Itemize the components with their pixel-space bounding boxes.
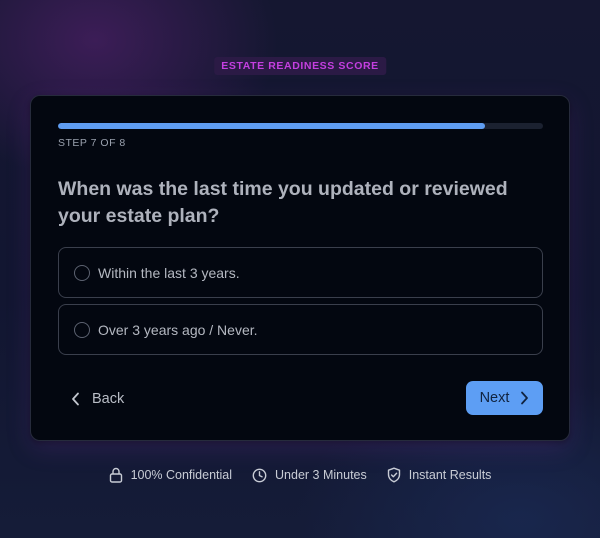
option-over-3-years[interactable]: Over 3 years ago / Never.	[58, 304, 543, 355]
quiz-card: STEP 7 OF 8 When was the last time you u…	[30, 95, 570, 441]
back-label: Back	[92, 391, 125, 407]
shield-check-icon	[387, 467, 400, 483]
radio-circle-icon[interactable]	[74, 264, 90, 281]
lock-icon	[109, 467, 122, 483]
trust-confidential: 100% Confidential	[109, 467, 232, 483]
trust-results: Instant Results	[387, 467, 492, 483]
estate-readiness-badge: ESTATE READINESS SCORE	[214, 57, 386, 75]
option-within-3-years[interactable]: Within the last 3 years.	[58, 247, 543, 298]
clock-icon	[252, 468, 267, 482]
trust-time: Under 3 Minutes	[252, 468, 367, 483]
trust-label: Instant Results	[408, 468, 492, 482]
radio-circle-icon[interactable]	[74, 321, 90, 338]
chevron-left-icon	[72, 392, 79, 406]
option-label: Within the last 3 years.	[98, 264, 240, 281]
option-label: Over 3 years ago / Never.	[98, 321, 258, 338]
question-text: When was the last time you updated or re…	[58, 178, 508, 227]
trust-indicators: 100% Confidential Under 3 Minutes Instan…	[0, 467, 600, 483]
next-label: Next	[479, 390, 510, 406]
trust-label: Under 3 Minutes	[275, 468, 367, 482]
back-button[interactable]: Back	[71, 388, 124, 410]
progress-fill	[58, 123, 485, 129]
progress-bar	[58, 123, 543, 129]
step-indicator: STEP 7 OF 8	[58, 137, 126, 149]
trust-label: 100% Confidential	[130, 468, 233, 482]
next-button[interactable]: Next	[466, 381, 543, 415]
chevron-right-icon	[521, 391, 529, 405]
